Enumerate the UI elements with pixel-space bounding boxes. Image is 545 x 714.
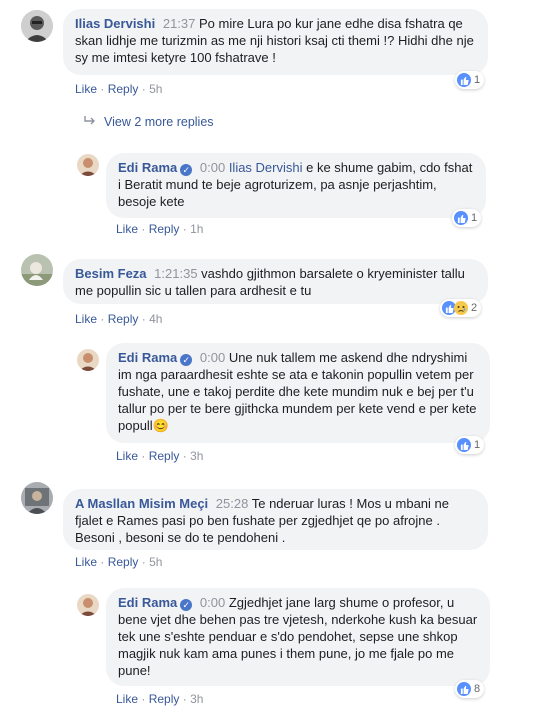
separator: · [141, 449, 146, 463]
comment-author[interactable]: A Masllan Misim Meçi [75, 496, 208, 511]
comment-bubble: Besim Feza 1:21:35 vashdo gjithmon barsa… [63, 259, 488, 304]
avatar-besim-feza[interactable] [21, 254, 53, 286]
like-reaction-icon [457, 682, 471, 696]
reaction-number: 8 [474, 683, 481, 695]
comment-author[interactable]: Ilias Dervishi [75, 16, 155, 31]
like-link[interactable]: Like [75, 82, 97, 96]
like-reaction-icon [457, 73, 471, 87]
separator: · [141, 222, 146, 236]
separator: · [100, 555, 105, 569]
reply-link[interactable]: Reply [108, 312, 139, 326]
comment-age[interactable]: 3h [190, 449, 203, 463]
like-link[interactable]: Like [75, 555, 97, 569]
separator: · [182, 449, 187, 463]
like-link[interactable]: Like [116, 222, 138, 236]
comment-actions: Like · Reply · 5h [75, 555, 162, 569]
like-link[interactable]: Like [116, 449, 138, 463]
separator: · [182, 222, 187, 236]
reply-arrow-icon [84, 115, 96, 129]
avatar-edi-rama[interactable] [77, 349, 99, 371]
comment-time: 1:21:35 [154, 266, 198, 281]
avatar-edi-rama[interactable] [77, 154, 99, 176]
separator: · [141, 692, 146, 706]
reply-link[interactable]: Reply [149, 692, 180, 706]
separator: · [141, 82, 146, 96]
like-reaction-icon [457, 438, 471, 452]
avatar-a-masllan-misim-meci[interactable] [21, 482, 53, 514]
comment-actions: Like · Reply · 4h [75, 312, 162, 326]
comment-time: 25:28 [215, 496, 249, 511]
comment-age[interactable]: 3h [190, 692, 203, 706]
reaction-number: 1 [474, 74, 481, 86]
smile-emoji: 😊 [152, 418, 169, 433]
comment-bubble: Edi Rama ✓ 0:00 Une nuk tallem me askend … [106, 343, 490, 443]
comment-actions: Like · Reply · 3h [116, 692, 203, 706]
comment-bubble: Edi Rama ✓ 0:00 Zgjedhjet jane larg shume… [106, 588, 490, 686]
separator: · [100, 312, 105, 326]
verified-badge-icon: ✓ [180, 599, 193, 611]
like-reaction-icon [454, 211, 468, 225]
reaction-number: 2 [471, 302, 478, 314]
reply-link[interactable]: Reply [149, 449, 180, 463]
comment-author[interactable]: Edi Rama [118, 595, 177, 610]
comment-bubble: A Masllan Misim Meçi 25:28 Te nderuar lu… [63, 489, 488, 550]
comment-bubble: Ilias Dervishi 21:37 Po mire Lura po kur… [63, 9, 488, 75]
comment-actions: Like · Reply · 5h [75, 82, 162, 96]
comment-time: 0:00 [199, 595, 226, 610]
view-more-replies[interactable]: View 2 more replies [84, 115, 214, 129]
comment-author[interactable]: Edi Rama [118, 350, 177, 365]
reaction-number: 1 [474, 439, 481, 451]
separator: · [100, 82, 105, 96]
comment-age[interactable]: 1h [190, 222, 203, 236]
reply-link[interactable]: Reply [149, 222, 180, 236]
comment-bubble: Edi Rama ✓ 0:00 Ilias Dervishi e ke shume… [106, 153, 486, 218]
like-link[interactable]: Like [75, 312, 97, 326]
comment-author[interactable]: Besim Feza [75, 266, 147, 281]
comment-time: 0:00 [199, 350, 226, 365]
view-more-label: View 2 more replies [104, 115, 214, 129]
separator: · [182, 692, 187, 706]
comment-actions: Like · Reply · 3h [116, 449, 203, 463]
reaction-count[interactable]: 1 [452, 209, 482, 227]
reaction-count[interactable]: 1 [455, 436, 485, 454]
comment-age[interactable]: 5h [149, 555, 162, 569]
verified-badge-icon: ✓ [180, 164, 193, 176]
separator: · [141, 555, 146, 569]
reply-link[interactable]: Reply [108, 82, 139, 96]
verified-badge-icon: ✓ [180, 354, 193, 366]
reaction-number: 1 [471, 212, 478, 224]
like-link[interactable]: Like [116, 692, 138, 706]
reaction-count[interactable]: 1 [455, 71, 485, 89]
comment-time: 21:37 [162, 16, 196, 31]
reaction-count[interactable]: 8 [455, 680, 485, 698]
sad-reaction-icon [454, 301, 468, 315]
reaction-count[interactable]: 2 [440, 299, 482, 317]
comment-age[interactable]: 4h [149, 312, 162, 326]
comment-time: 0:00 [199, 160, 226, 175]
avatar-edi-rama[interactable] [77, 594, 99, 616]
mention-link[interactable]: Ilias Dervishi [229, 160, 303, 175]
separator: · [141, 312, 146, 326]
comment-age[interactable]: 5h [149, 82, 162, 96]
comment-actions: Like · Reply · 1h [116, 222, 203, 236]
reply-link[interactable]: Reply [108, 555, 139, 569]
comment-author[interactable]: Edi Rama [118, 160, 177, 175]
avatar-ilias-dervishi[interactable] [21, 10, 53, 42]
